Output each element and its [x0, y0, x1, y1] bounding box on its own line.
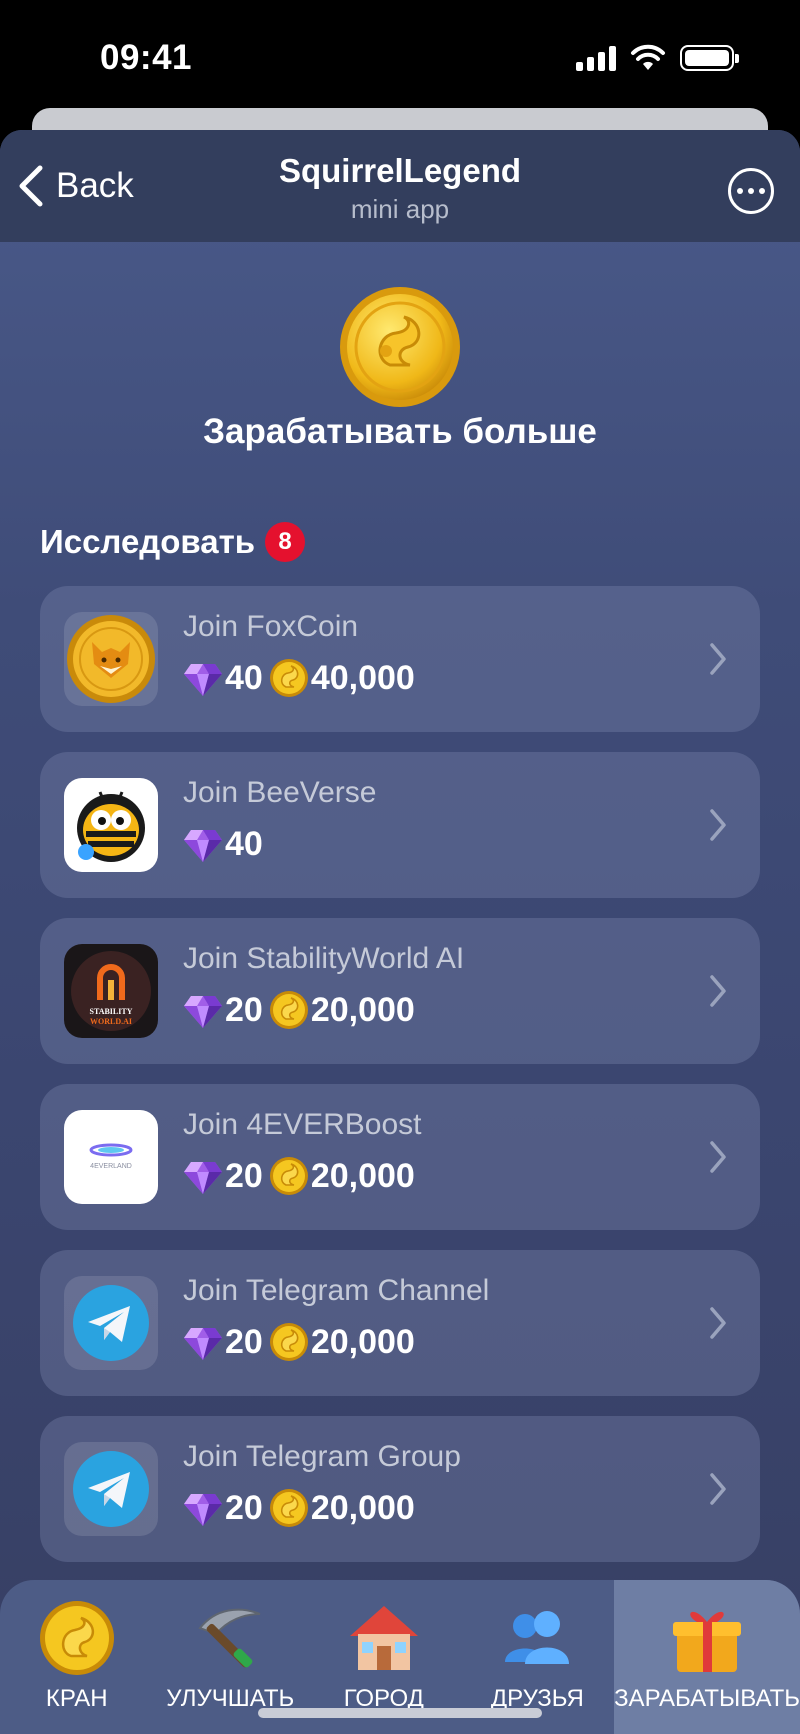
gem-amount: 20: [225, 1156, 263, 1195]
nav-item-5[interactable]: ЗАРАБАТЫВАТЬ: [614, 1580, 800, 1734]
status-time: 09:41: [100, 38, 193, 77]
svg-text:STABILITY: STABILITY: [90, 1007, 133, 1016]
gem-icon: [184, 1328, 222, 1360]
task-title: Join 4EVERBoost: [183, 1108, 422, 1141]
status-icons: [576, 44, 739, 72]
task-card[interactable]: Join Telegram Channel 20 20,000: [40, 1250, 760, 1396]
coin-icon: [269, 1157, 308, 1195]
pickaxe-icon: [190, 1598, 270, 1683]
cellular-signal-icon: [576, 45, 616, 71]
task-rewards: 20 20,000: [183, 1156, 421, 1196]
coin-reward: 20,000: [269, 1156, 415, 1196]
squirrel-coin-icon: [37, 1598, 117, 1683]
gem-reward: 20: [183, 1488, 263, 1528]
task-rewards: 40 40,000: [183, 658, 421, 698]
coin-icon: [269, 1489, 308, 1527]
task-title: Join StabilityWorld AI: [183, 942, 465, 975]
task-title: Join Telegram Channel: [183, 1274, 490, 1307]
task-rewards: 40: [183, 824, 269, 864]
task-title: Join BeeVerse: [183, 776, 377, 809]
telegram-icon: [64, 1442, 158, 1536]
chevron-right-icon: [710, 643, 726, 675]
chevron-right-icon: [710, 1473, 726, 1505]
home-indicator: [258, 1708, 542, 1718]
coin-icon: [269, 659, 308, 697]
coin-icon: [269, 991, 308, 1029]
coin-amount: 40,000: [310, 658, 415, 697]
mini-app-sheet: Back SquirrelLegend mini app Зарабатыват…: [0, 130, 800, 1734]
task-card[interactable]: STABILITY WORLD.AI Join StabilityWorld A…: [40, 918, 760, 1064]
gem-amount: 20: [225, 1322, 263, 1361]
task-card[interactable]: Join FoxCoin 40 40,000: [40, 586, 760, 732]
task-rewards: 20 20,000: [183, 1322, 421, 1362]
stabilityworld-icon: STABILITY WORLD.AI: [64, 944, 158, 1038]
mini-app-header: Back SquirrelLegend mini app: [0, 130, 800, 242]
beeverse-icon: [64, 778, 158, 872]
nav-item-1[interactable]: КРАН: [0, 1580, 154, 1734]
section-header: Исследовать 8: [40, 522, 306, 562]
task-title: Join FoxCoin: [183, 610, 359, 643]
gem-reward: 40: [183, 658, 263, 698]
svg-text:WORLD.AI: WORLD.AI: [90, 1017, 132, 1026]
chevron-right-icon: [710, 1307, 726, 1339]
more-options-button[interactable]: [728, 168, 774, 214]
squirrel-coin-icon: [340, 287, 460, 407]
app-title: SquirrelLegend: [278, 152, 522, 189]
gem-icon: [184, 1162, 222, 1194]
task-title: Join Telegram Group: [183, 1440, 461, 1473]
hero-title: Зарабатывать больше: [203, 412, 597, 451]
chevron-right-icon: [710, 809, 726, 841]
svg-text:4EVERLAND: 4EVERLAND: [90, 1163, 132, 1170]
task-card[interactable]: 4EVERLAND Join 4EVERBoost 20 20,000: [40, 1084, 760, 1230]
gem-icon: [184, 830, 222, 862]
gift-icon: [667, 1598, 747, 1683]
task-card[interactable]: Join BeeVerse 40: [40, 752, 760, 898]
chevron-right-icon: [710, 975, 726, 1007]
gem-amount: 20: [225, 990, 263, 1029]
coin-amount: 20,000: [310, 1322, 415, 1361]
gem-icon: [184, 996, 222, 1028]
task-rewards: 20 20,000: [183, 990, 421, 1030]
coin-amount: 20,000: [310, 1488, 415, 1527]
coin-reward: 20,000: [269, 1488, 415, 1528]
section-title: Исследовать: [40, 523, 256, 560]
battery-icon: [680, 45, 739, 71]
task-rewards: 20 20,000: [183, 1488, 421, 1528]
gem-reward: 20: [183, 990, 263, 1030]
coin-reward: 20,000: [269, 990, 415, 1030]
count-badge: 8: [265, 522, 306, 562]
status-bar: 09:41: [0, 0, 800, 110]
app-subtitle: mini app: [350, 194, 450, 224]
coin-reward: 40,000: [269, 658, 415, 698]
foxcoin-icon: [64, 612, 158, 706]
friends-icon: [497, 1598, 577, 1683]
nav-label: ЗАРАБАТЫВАТЬ: [614, 1685, 800, 1712]
wifi-icon: [631, 44, 665, 70]
gem-icon: [184, 1494, 222, 1526]
chevron-right-icon: [710, 1141, 726, 1173]
task-list: Join FoxCoin 40 40,000 Join BeeVerse 40: [40, 586, 760, 1582]
gem-reward: 40: [183, 824, 263, 864]
gem-reward: 20: [183, 1156, 263, 1196]
coin-reward: 20,000: [269, 1322, 415, 1362]
gem-reward: 20: [183, 1322, 263, 1362]
telegram-icon: [64, 1276, 158, 1370]
coin-amount: 20,000: [310, 990, 415, 1029]
gem-amount: 20: [225, 1488, 263, 1527]
4everland-icon: 4EVERLAND: [64, 1110, 158, 1204]
gem-amount: 40: [225, 824, 263, 863]
gem-icon: [184, 664, 222, 696]
coin-icon: [269, 1323, 308, 1361]
coin-amount: 20,000: [310, 1156, 415, 1195]
nav-label: КРАН: [45, 1685, 108, 1712]
gem-amount: 40: [225, 658, 263, 697]
task-card[interactable]: Join Telegram Group 20 20,000: [40, 1416, 760, 1562]
house-icon: [344, 1598, 424, 1683]
